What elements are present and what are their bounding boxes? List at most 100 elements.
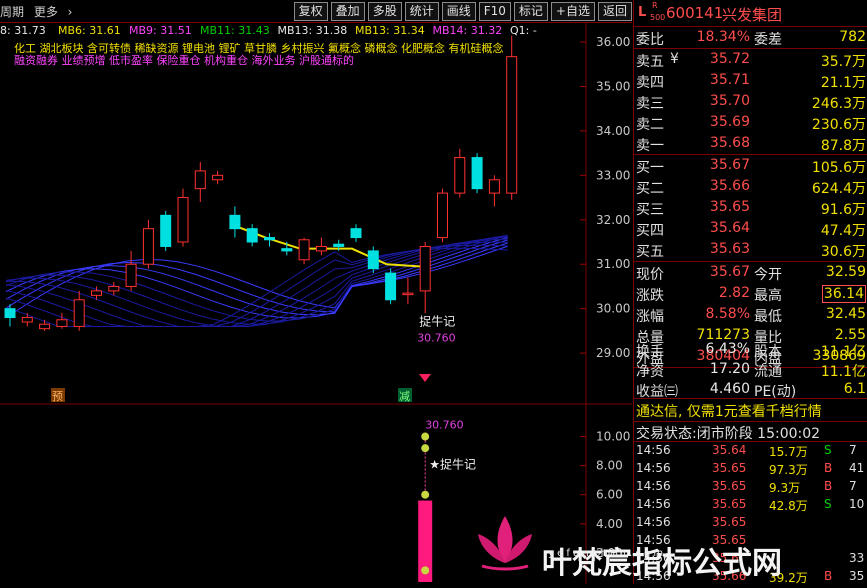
webi-label: 委比 (636, 32, 664, 48)
equity-value: 4.460 (709, 381, 750, 397)
stock-code[interactable]: 600141 (666, 4, 723, 22)
stat-label: 现价 (636, 267, 664, 283)
candle-body (160, 214, 172, 247)
toolbar-button-0[interactable]: 复权 (293, 2, 328, 21)
equity-value-2: 6.1 (843, 381, 866, 397)
candle-body (194, 170, 206, 190)
tick-row: 14:56 35.65 9.3万 B 7 (634, 478, 867, 498)
y-tick-label: 33.00 (596, 168, 630, 182)
sell-price: 35.72 (709, 51, 750, 67)
buy-label: 买一 (636, 160, 664, 176)
sell-mark: ¥ (670, 51, 679, 67)
tick-side: S (824, 443, 832, 457)
sell-price: 35.71 (709, 72, 750, 88)
promo-link[interactable]: 通达信, 仅需1元查看千档行情 (636, 401, 822, 421)
period-button[interactable]: 周期 (0, 5, 24, 19)
tick-side: B (824, 479, 833, 493)
sell-row: 卖五 ¥35.72 35.7万 (634, 49, 867, 70)
equity-value-2: 11.1亿 (820, 344, 866, 360)
toolbar-button-6[interactable]: 标记 (513, 2, 548, 21)
trade-status-label: 交易状态: (636, 426, 697, 442)
candle-body (212, 174, 224, 181)
tick-time: 14:56 (636, 515, 671, 529)
buy-volume: 47.4万 (820, 223, 866, 239)
sell-row: 卖一 35.68 87.8万 (634, 133, 867, 154)
toolbar-button-7[interactable]: +自选 (550, 2, 595, 21)
toolbar-left: 周期 更多 › (0, 3, 78, 20)
tick-row: 14:56 35.65 42.8万 S 10 (634, 496, 867, 516)
sell-label: 卖四 (636, 75, 664, 91)
stat-value-2: 36.14 (821, 285, 866, 303)
trade-status-value: 闭市阶段 15:00:02 (696, 426, 821, 442)
tick-time: 14:56 (636, 443, 671, 457)
equity-value-2: 11.1亿 (820, 364, 866, 380)
tick-side: S (824, 497, 832, 511)
toolbar-buttons: 复权 叠加 多股 统计 画线 F10 标记 +自选 返回 (291, 2, 632, 21)
tag-l: L (638, 5, 647, 20)
stat-row: 涨幅 8.58% 最低 32.45 (634, 304, 867, 325)
tick-time: 14:56 (636, 461, 671, 475)
tick-price: 35.65 (712, 479, 747, 493)
stock-name[interactable]: 兴发集团 (722, 4, 782, 25)
sub-tick-label: 6.00 (596, 488, 623, 502)
stat-label-2: 最高 (754, 288, 782, 304)
tag-500: 500 (650, 13, 666, 22)
toolbar-button-1[interactable]: 叠加 (330, 2, 365, 21)
marker-jian: 减 (399, 390, 410, 403)
stat-value: 35.67 (709, 264, 750, 280)
sell-volume: 21.1万 (820, 75, 866, 91)
top-toolbar: 周期 更多 › 复权 叠加 多股 统计 画线 F10 标记 +自选 返回 (0, 0, 632, 23)
y-tick-label: 36.00 (596, 35, 630, 49)
candle-body (4, 308, 16, 319)
candle-body (488, 179, 500, 194)
quote-header: L R 500 600141 兴发集团 (634, 0, 867, 27)
sub-star-label: ★捉牛记 (429, 457, 476, 472)
equity-row: 净资 17.20 流通 11.1亿 (634, 359, 867, 380)
toolbar-button-5[interactable]: F10 (478, 2, 511, 21)
toolbar-button-8[interactable]: 返回 (597, 2, 632, 21)
webi-value: 18.34% (696, 29, 750, 45)
tick-side: B (824, 569, 833, 583)
divider (634, 421, 867, 422)
trade-status: 交易状态:闭市阶段 15:00:02 (636, 423, 820, 443)
candle-body (229, 214, 241, 230)
candle-body (91, 290, 102, 296)
buy-row: 买五 35.63 30.6万 (634, 239, 867, 260)
stat-value: 2.82 (718, 285, 750, 301)
buy-volume: 91.6万 (820, 202, 866, 218)
marker-yu: 预 (52, 390, 63, 403)
candle-body (246, 228, 258, 243)
tick-time: 14:56 (636, 479, 671, 493)
candle-body (125, 263, 137, 287)
sell-price: 35.68 (709, 135, 750, 151)
candle-body (142, 228, 154, 265)
candle-body (73, 299, 85, 327)
equity-label: 净资 (636, 364, 664, 380)
webi-row: 委比 18.34% 委差 782 (634, 27, 867, 48)
more-button[interactable]: 更多 › (34, 5, 73, 19)
buy-row: 买一 35.67 105.6万 (634, 155, 867, 176)
ma-value-1: MB6: 31.61 (58, 24, 121, 37)
diamond-icon (419, 374, 431, 382)
tick-price: 35.65 (712, 515, 747, 529)
stat-label-2: 最低 (754, 309, 782, 325)
buy-row: 买二 35.66 624.4万 (634, 176, 867, 197)
kline-chart[interactable]: 捉牛记 30.760 预 减 36.00 35.00 34.00 33.00 32.00 31.… (0, 22, 632, 584)
candle-body (419, 245, 431, 292)
tag-r: R (652, 1, 658, 10)
watermark-title: 叶梵宸指标公式网 (542, 546, 782, 581)
toolbar-button-2[interactable]: 多股 (367, 2, 402, 21)
toolbar-button-3[interactable]: 统计 (404, 2, 439, 21)
ma-value-5: MB13: 31.34 (355, 24, 425, 37)
equity-value: 17.20 (709, 361, 750, 377)
equity-row: 换手 6.43% 股本 11.1亿 (634, 339, 867, 360)
sell-volume: 230.6万 (811, 117, 866, 133)
candle-body (454, 157, 466, 194)
ma-value-0: 8: 31.73 (0, 24, 46, 37)
tick-count: 35 (849, 569, 865, 583)
buy-label: 买三 (636, 202, 664, 218)
toolbar-button-4[interactable]: 画线 (441, 2, 476, 21)
weicha-value: 782 (839, 29, 866, 45)
tick-time: 14:56 (636, 497, 671, 511)
candle-body (471, 157, 483, 190)
